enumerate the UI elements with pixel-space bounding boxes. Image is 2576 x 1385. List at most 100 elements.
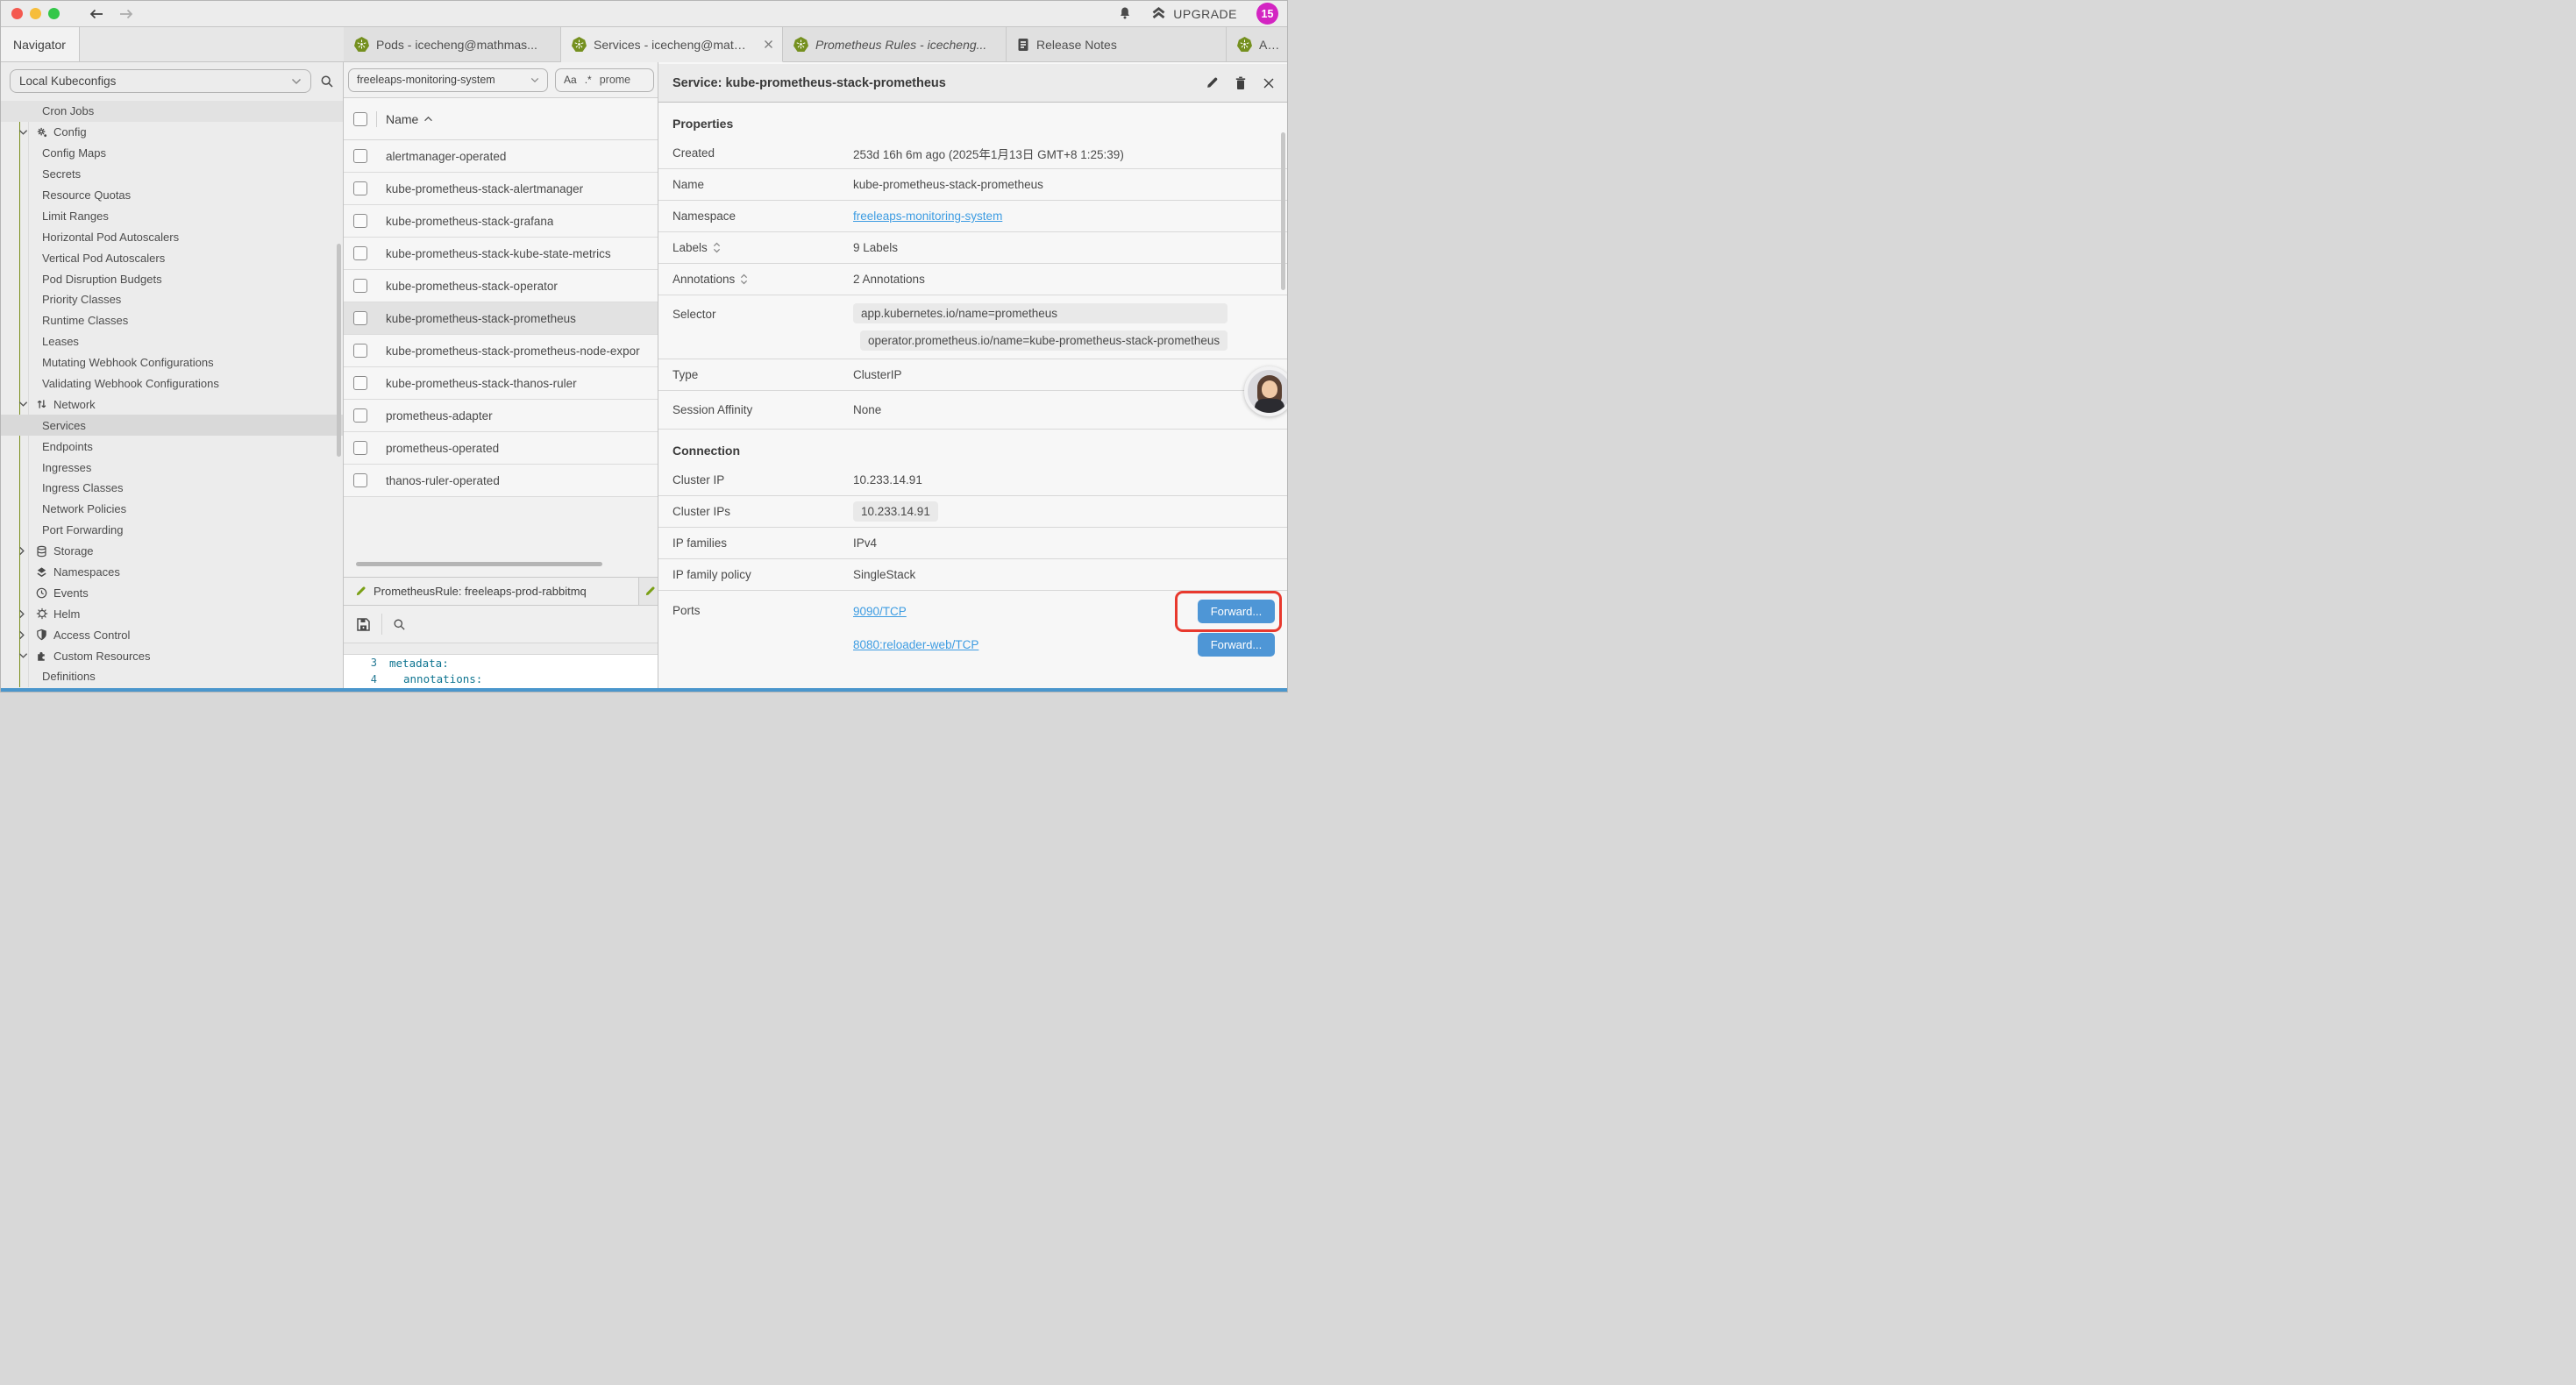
close-panel-icon[interactable] [1263, 77, 1275, 89]
row-checkbox[interactable] [353, 441, 367, 455]
back-icon[interactable] [88, 7, 105, 21]
tab-prometheus-rules[interactable]: Prometheus Rules - icecheng... [783, 27, 1007, 62]
table-row[interactable]: kube-prometheus-stack-thanos-ruler [344, 367, 658, 400]
list-search-input[interactable]: Aa .* prome [555, 68, 654, 92]
chevron-down-icon[interactable] [18, 129, 30, 136]
sidebar-item-vertical-pod-autoscalers[interactable]: Vertical Pod Autoscalers [1, 247, 343, 268]
sidebar-group-config[interactable]: Config [1, 122, 343, 143]
sidebar-item-network-policies[interactable]: Network Policies [1, 499, 343, 520]
sidebar-item-runtime-classes[interactable]: Runtime Classes [1, 310, 343, 331]
sidebar-item-definitions[interactable]: Definitions [1, 666, 343, 687]
sidebar-item-port-forwarding[interactable]: Port Forwarding [1, 520, 343, 541]
close-window-button[interactable] [11, 8, 23, 19]
row-checkbox[interactable] [353, 408, 367, 423]
table-row[interactable]: prometheus-adapter [344, 400, 658, 432]
tab-argo[interactable]: Argo Se [1227, 27, 1287, 62]
tab-release-notes[interactable]: Release Notes [1007, 27, 1227, 62]
notifications-bell-icon[interactable] [1118, 6, 1132, 21]
sidebar-item-priority-classes[interactable]: Priority Classes [1, 289, 343, 310]
chevron-down-icon[interactable] [18, 401, 30, 408]
select-all-checkbox[interactable] [353, 112, 367, 126]
row-checkbox[interactable] [353, 149, 367, 163]
port-link[interactable]: 8080:reloader-web/TCP [853, 638, 978, 651]
sidebar-item-horizontal-pod-autoscalers[interactable]: Horizontal Pod Autoscalers [1, 226, 343, 247]
sidebar-group-helm[interactable]: Helm [1, 603, 343, 624]
sidebar-item-leases[interactable]: Leases [1, 331, 343, 352]
sidebar-item-resource-quotas[interactable]: Resource Quotas [1, 185, 343, 206]
kubeconfig-selector[interactable]: Local Kubeconfigs [10, 69, 311, 93]
tab-pods[interactable]: Pods - icecheng@mathmas... [344, 27, 561, 62]
sidebar-group-access-control[interactable]: Access Control [1, 624, 343, 645]
editor-tab-prometheusrule[interactable]: PrometheusRule: freeleaps-prod-rabbitmq [344, 578, 639, 605]
sidebar-item-limit-ranges[interactable]: Limit Ranges [1, 205, 343, 226]
chevron-right-icon[interactable] [18, 609, 30, 619]
sidebar-group-custom-resources[interactable]: Custom Resources [1, 645, 343, 666]
property-value[interactable]: 9 Labels [853, 241, 898, 254]
sidebar-item-validating-webhook-configurations[interactable]: Validating Webhook Configurations [1, 373, 343, 394]
table-row[interactable]: prometheus-operated [344, 432, 658, 465]
table-row[interactable]: kube-prometheus-stack-alertmanager [344, 173, 658, 205]
table-row[interactable]: kube-prometheus-stack-kube-state-metrics [344, 238, 658, 270]
table-row[interactable]: kube-prometheus-stack-grafana [344, 205, 658, 238]
namespace-link[interactable]: freeleaps-monitoring-system [853, 210, 1002, 223]
sidebar-group-network[interactable]: Network [1, 394, 343, 415]
row-checkbox[interactable] [353, 311, 367, 325]
close-tab-icon[interactable] [764, 39, 773, 49]
assistant-avatar[interactable] [1244, 366, 1287, 416]
sidebar-item-ingress-classes[interactable]: Ingress Classes [1, 478, 343, 499]
sidebar-scrollbar[interactable] [337, 244, 341, 457]
match-case-toggle[interactable]: Aa [564, 74, 577, 86]
editor-tab-partial[interactable] [639, 578, 658, 605]
zoom-window-button[interactable] [48, 8, 60, 19]
tab-navigator[interactable]: Navigator [1, 27, 80, 61]
expand-collapse-icon[interactable] [740, 273, 748, 285]
sidebar-item-pod-disruption-budgets[interactable]: Pod Disruption Budgets [1, 268, 343, 289]
save-icon[interactable] [356, 617, 371, 632]
tab-services[interactable]: Services - icecheng@math... [561, 27, 783, 62]
table-row[interactable]: kube-prometheus-stack-operator [344, 270, 658, 302]
sidebar-item-config-maps[interactable]: Config Maps [1, 143, 343, 164]
row-checkbox[interactable] [353, 181, 367, 195]
editor-search-icon[interactable] [393, 618, 406, 631]
chevron-right-icon[interactable] [18, 546, 30, 556]
row-checkbox[interactable] [353, 246, 367, 260]
notification-count-badge[interactable]: 15 [1256, 3, 1278, 25]
expand-collapse-icon[interactable] [713, 242, 721, 253]
sidebar-item-secrets[interactable]: Secrets [1, 164, 343, 185]
column-header-name[interactable]: Name [386, 112, 433, 126]
table-row[interactable]: thanos-ruler-operated [344, 465, 658, 497]
details-scrollbar[interactable] [1281, 132, 1285, 290]
delete-trash-icon[interactable] [1235, 76, 1247, 90]
port-link[interactable]: 9090/TCP [853, 605, 907, 618]
sidebar-item-events[interactable]: Events [1, 582, 343, 603]
sidebar-item-cron-jobs[interactable]: Cron Jobs [1, 101, 343, 122]
sidebar-item-services[interactable]: Services [1, 415, 343, 436]
yaml-editor[interactable]: 3metadata: 4annotations: 5kubectl.kubern… [344, 655, 658, 688]
upgrade-button[interactable]: UPGRADE [1151, 7, 1237, 21]
sidebar-search-icon[interactable] [320, 75, 334, 89]
row-checkbox[interactable] [353, 344, 367, 358]
sidebar-group-storage[interactable]: Storage [1, 541, 343, 562]
forward-icon[interactable] [117, 7, 135, 21]
chevron-right-icon[interactable] [18, 630, 30, 640]
regex-toggle[interactable]: .* [585, 74, 592, 86]
edit-pencil-icon[interactable] [1206, 76, 1219, 89]
row-checkbox[interactable] [353, 473, 367, 487]
tab-label: Argo Se [1259, 38, 1278, 52]
sidebar-item-namespaces[interactable]: Namespaces [1, 562, 343, 583]
sidebar-item-mutating-webhook-configurations[interactable]: Mutating Webhook Configurations [1, 352, 343, 373]
row-checkbox[interactable] [353, 279, 367, 293]
table-row[interactable]: alertmanager-operated [344, 140, 658, 173]
row-checkbox[interactable] [353, 214, 367, 228]
horizontal-scrollbar[interactable] [356, 562, 602, 566]
table-row[interactable]: kube-prometheus-stack-prometheus-node-ex… [344, 335, 658, 367]
sidebar-item-endpoints[interactable]: Endpoints [1, 436, 343, 457]
table-row-selected[interactable]: kube-prometheus-stack-prometheus [344, 302, 658, 335]
namespace-selector[interactable]: freeleaps-monitoring-system [348, 68, 548, 92]
forward-port-button[interactable]: Forward... [1198, 633, 1275, 657]
minimize-window-button[interactable] [30, 8, 41, 19]
chevron-down-icon[interactable] [18, 652, 30, 659]
property-value[interactable]: 2 Annotations [853, 273, 925, 286]
sidebar-item-ingresses[interactable]: Ingresses [1, 457, 343, 478]
row-checkbox[interactable] [353, 376, 367, 390]
